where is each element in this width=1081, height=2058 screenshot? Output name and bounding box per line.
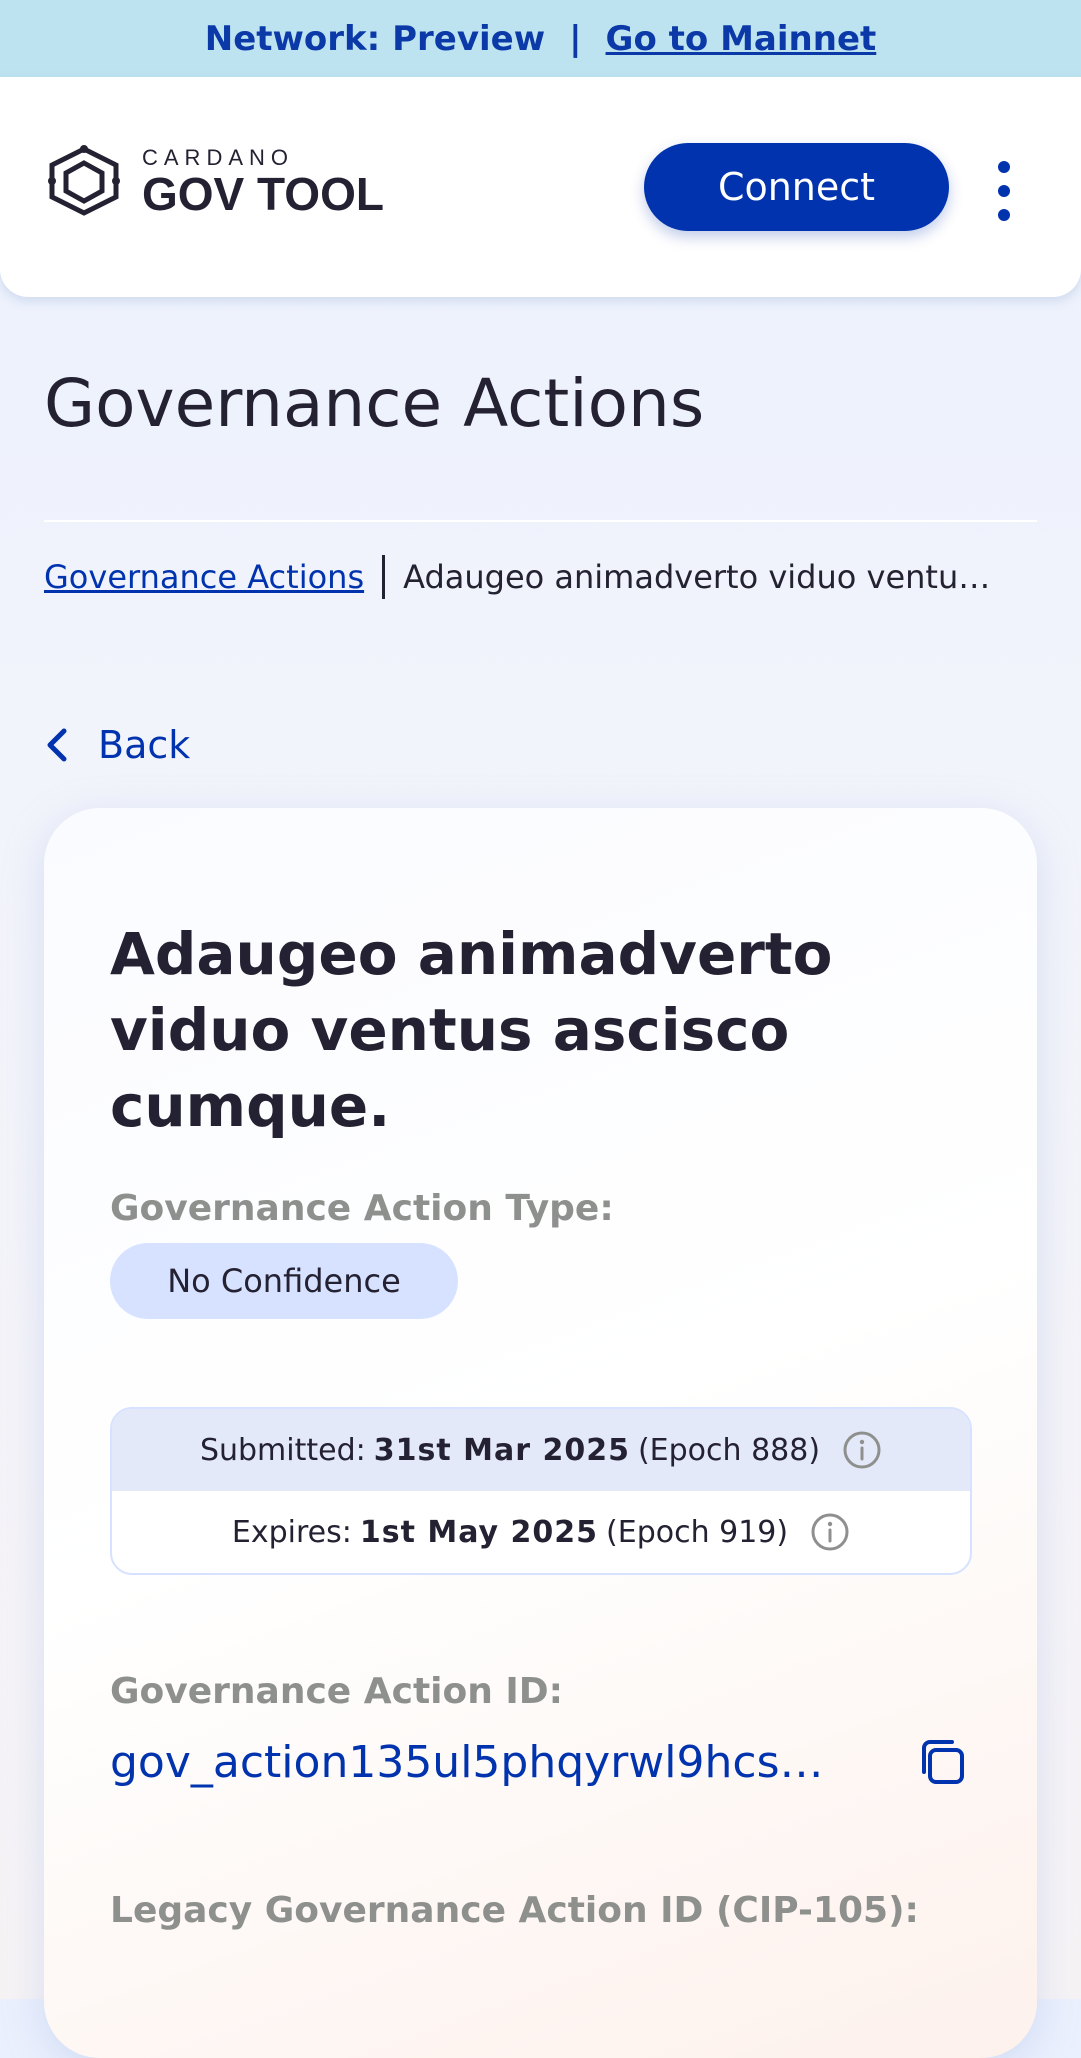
back-button[interactable]: Back — [44, 723, 190, 767]
expires-epoch: (Epoch 919) — [606, 1514, 789, 1550]
banner-separator: | — [569, 18, 582, 59]
submitted-row: Submitted: 31st Mar 2025 (Epoch 888) — [112, 1409, 970, 1491]
logo-big-text: GOV TOOL — [142, 168, 384, 220]
breadcrumb: Governance Actions Adaugeo animadverto v… — [44, 555, 1034, 599]
submitted-label: Submitted: — [199, 1432, 366, 1468]
action-type-pill: No Confidence — [110, 1243, 458, 1319]
back-label: Back — [98, 723, 191, 767]
action-type-label: Governance Action Type: — [110, 1188, 614, 1229]
submitted-epoch: (Epoch 888) — [637, 1432, 821, 1468]
cardano-govtool-logo-icon — [48, 145, 120, 216]
connect-button[interactable]: Connect — [644, 143, 949, 231]
kebab-menu-icon[interactable] — [986, 161, 1022, 221]
breadcrumb-root-link[interactable]: Governance Actions — [44, 558, 364, 596]
go-to-mainnet-link[interactable]: Go to Mainnet — [606, 19, 877, 59]
copy-icon[interactable] — [914, 1734, 970, 1790]
top-header: CARDANO GOV TOOL Connect — [0, 77, 1081, 297]
action-id-label: Governance Action ID: — [110, 1671, 564, 1712]
dates-box: Submitted: 31st Mar 2025 (Epoch 888) Exp… — [110, 1407, 972, 1575]
network-banner: Network: Preview | Go to Mainnet — [0, 0, 1081, 77]
chevron-left-icon — [47, 728, 67, 762]
action-id-row: gov_action135ul5phqyrwl9hcsnjf... — [110, 1734, 970, 1790]
expires-label: Expires: — [231, 1514, 352, 1550]
expires-row: Expires: 1st May 2025 (Epoch 919) — [112, 1491, 970, 1573]
title-divider — [44, 520, 1037, 522]
action-id-value[interactable]: gov_action135ul5phqyrwl9hcsnjf... — [110, 1737, 850, 1788]
info-icon[interactable] — [810, 1512, 850, 1552]
page-title: Governance Actions — [44, 365, 705, 442]
breadcrumb-separator — [382, 555, 386, 599]
submitted-date: 31st Mar 2025 — [373, 1432, 630, 1468]
breadcrumb-current: Adaugeo animadverto viduo ventus ascisco… — [403, 558, 1004, 596]
info-icon[interactable] — [842, 1430, 882, 1470]
legacy-action-id-label: Legacy Governance Action ID (CIP-105): — [110, 1890, 919, 1931]
action-title: Adaugeo animadverto viduo ventus ascisco… — [110, 920, 833, 1140]
logo-text: CARDANO GOV TOOL — [142, 145, 384, 217]
expires-date: 1st May 2025 — [359, 1514, 599, 1550]
govtool-logo[interactable]: CARDANO GOV TOOL — [44, 145, 384, 217]
network-text: Network: Preview — [204, 18, 546, 59]
governance-action-card: Adaugeo animadverto viduo ventus ascisco… — [44, 808, 1037, 2058]
